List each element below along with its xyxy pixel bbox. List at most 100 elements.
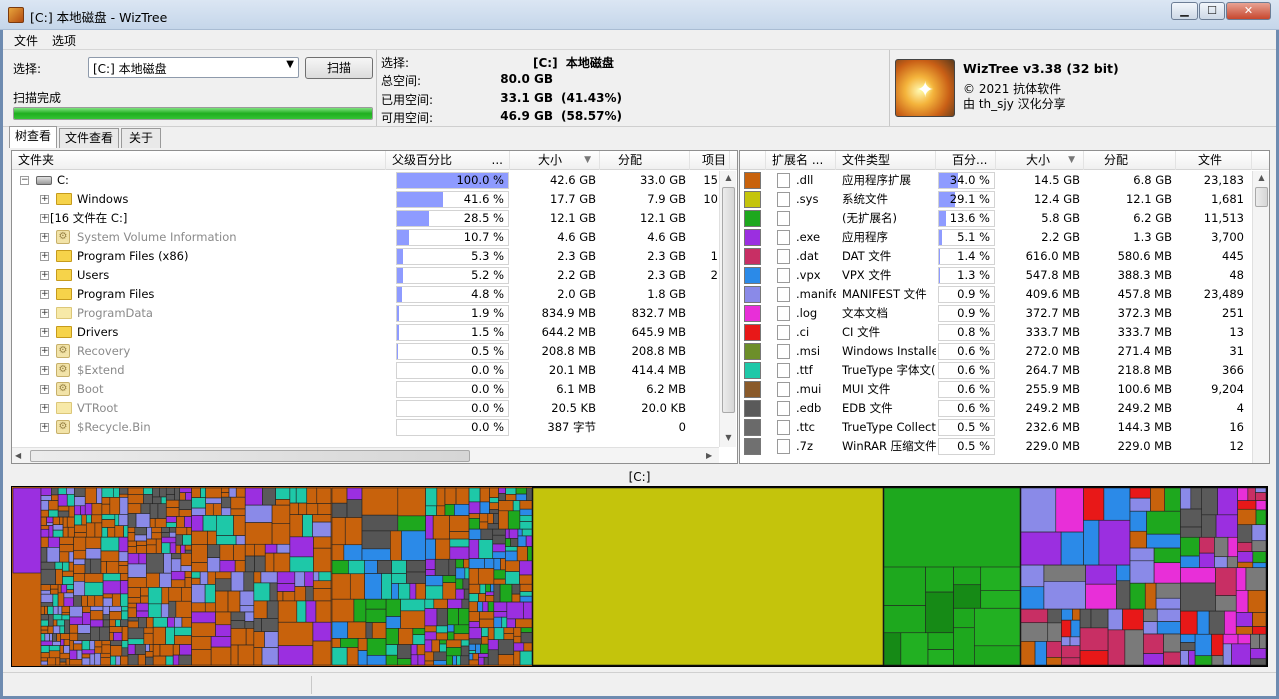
treemap-block[interactable]: [481, 529, 493, 539]
treemap-block[interactable]: [1125, 630, 1144, 665]
treemap-block[interactable]: [96, 488, 101, 503]
treemap-block[interactable]: [974, 646, 1020, 665]
treemap-block[interactable]: [448, 625, 454, 632]
treemap-block[interactable]: [166, 488, 174, 495]
treemap-block[interactable]: [1091, 609, 1108, 628]
treemap-block[interactable]: [426, 586, 443, 599]
treemap-block[interactable]: [290, 503, 299, 515]
treemap-block[interactable]: [332, 560, 348, 573]
treemap-block[interactable]: [505, 547, 517, 552]
treemap-block[interactable]: [192, 515, 203, 531]
treemap-block[interactable]: [153, 488, 160, 497]
treemap-block[interactable]: [236, 488, 245, 497]
ext-row[interactable]: .muiMUI 文件0.6 %255.9 MB100.6 MB9,204: [740, 380, 1252, 399]
treemap-block[interactable]: [107, 561, 119, 573]
treemap-block[interactable]: [1021, 565, 1044, 587]
treemap-block[interactable]: [332, 622, 348, 638]
treemap-block[interactable]: [372, 623, 386, 639]
treemap-block[interactable]: [332, 488, 347, 503]
treemap-block[interactable]: [231, 612, 245, 621]
treemap-block[interactable]: [216, 515, 233, 535]
treemap-block[interactable]: [48, 606, 54, 614]
treemap-block[interactable]: [469, 644, 476, 650]
treemap-block[interactable]: [527, 488, 532, 501]
treemap-block[interactable]: [147, 539, 157, 545]
treemap-block[interactable]: [1164, 652, 1181, 665]
treemap-block[interactable]: [358, 651, 367, 665]
treemap-block[interactable]: [41, 526, 49, 530]
treemap-block[interactable]: [307, 488, 317, 503]
treemap-block[interactable]: [119, 552, 128, 562]
treemap-block[interactable]: [469, 639, 481, 644]
treemap-block[interactable]: [162, 533, 170, 538]
treemap-block[interactable]: [180, 645, 192, 656]
treemap-block[interactable]: [1180, 568, 1215, 583]
treemap-block[interactable]: [516, 494, 527, 501]
treemap-block[interactable]: [166, 495, 174, 500]
treemap-block[interactable]: [68, 527, 74, 537]
treemap-block[interactable]: [392, 583, 399, 599]
treemap-block[interactable]: [164, 553, 172, 573]
treemap-block[interactable]: [128, 621, 138, 628]
treemap-block[interactable]: [78, 633, 91, 640]
treemap-block[interactable]: [276, 499, 290, 505]
treemap-block[interactable]: [1180, 488, 1190, 509]
treemap-block[interactable]: [166, 516, 176, 522]
expand-icon[interactable]: −: [20, 176, 29, 185]
treemap-block[interactable]: [174, 617, 182, 627]
treemap-block[interactable]: [297, 601, 306, 622]
treemap-block[interactable]: [448, 608, 459, 624]
treemap-block[interactable]: [1108, 609, 1122, 630]
treemap-block[interactable]: [60, 537, 74, 544]
treemap-block[interactable]: [162, 587, 169, 603]
treemap-block[interactable]: [499, 488, 506, 493]
treemap-block[interactable]: [179, 655, 192, 665]
treemap-block[interactable]: [181, 545, 185, 553]
treemap-block[interactable]: [70, 641, 74, 650]
treemap-block[interactable]: [316, 601, 331, 622]
treemap-block[interactable]: [58, 494, 67, 506]
treemap-block[interactable]: [143, 488, 152, 494]
treemap-block[interactable]: [448, 599, 462, 608]
treemap-block[interactable]: [67, 494, 74, 506]
ext-row[interactable]: .sys系统文件29.1 %12.4 GB12.1 GB1,681: [740, 190, 1252, 209]
treemap-block[interactable]: [153, 645, 160, 657]
treemap-block[interactable]: [416, 583, 426, 599]
treemap-block[interactable]: [63, 517, 67, 527]
treemap-block[interactable]: [506, 494, 516, 500]
treemap-block[interactable]: [184, 516, 191, 527]
treemap-block[interactable]: [109, 611, 121, 619]
treemap-block[interactable]: [110, 641, 121, 646]
treemap-block[interactable]: [1180, 527, 1201, 537]
treemap-block[interactable]: [498, 640, 514, 655]
treemap-block[interactable]: [469, 518, 480, 529]
treemap-block[interactable]: [1145, 583, 1156, 609]
treemap-block[interactable]: [520, 522, 532, 530]
treemap-block[interactable]: [95, 653, 101, 665]
col-color[interactable]: [740, 151, 766, 170]
treemap-block[interactable]: [207, 545, 219, 558]
treemap-block[interactable]: [86, 523, 95, 537]
treemap-block[interactable]: [74, 515, 81, 525]
treemap-block[interactable]: [113, 632, 122, 640]
treemap-block[interactable]: [169, 527, 175, 532]
treemap-block[interactable]: [82, 641, 90, 650]
treemap-block[interactable]: [262, 618, 279, 631]
treemap-block[interactable]: [74, 596, 82, 607]
treemap-block[interactable]: [153, 656, 166, 665]
treemap-block[interactable]: [480, 522, 488, 529]
treemap-block[interactable]: [478, 568, 494, 584]
treemap-block[interactable]: [332, 647, 347, 665]
treemap-block[interactable]: [1180, 537, 1199, 556]
treemap-block[interactable]: [148, 587, 161, 603]
treemap-block[interactable]: [231, 572, 244, 591]
treemap-block[interactable]: [486, 595, 494, 601]
treemap-block[interactable]: [533, 488, 883, 665]
tree-row[interactable]: +Program Files4.8 %2.0 GB1.8 GB: [12, 285, 720, 304]
scroll-up-icon[interactable]: ▲: [720, 173, 737, 182]
treemap-block[interactable]: [426, 506, 437, 516]
treemap-block[interactable]: [58, 488, 66, 494]
tree-row[interactable]: +Drivers1.5 %644.2 MB645.9 MB: [12, 323, 720, 342]
treemap-block[interactable]: [418, 655, 425, 665]
expand-icon[interactable]: +: [40, 423, 49, 432]
